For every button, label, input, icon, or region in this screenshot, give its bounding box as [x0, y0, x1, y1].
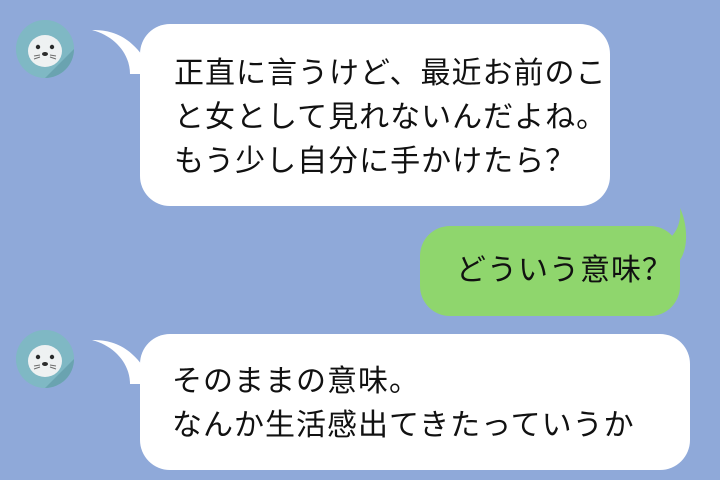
- message-bubble[interactable]: 正直に言うけど、最近お前のこ と女として見れないんだよね。 もう少し自分に手かけ…: [140, 24, 610, 206]
- message-text-line: 正直に言うけど、最近お前のこ: [174, 56, 607, 91]
- seal-icon: [16, 330, 74, 388]
- message-text-line: そのままの意味。: [172, 364, 420, 399]
- message-text-line: と女として見れないんだよね。: [174, 100, 608, 135]
- contact-avatar[interactable]: [16, 20, 74, 78]
- message-bubble[interactable]: どういう意味？: [420, 226, 680, 316]
- message-outgoing: どういう意味？: [0, 200, 720, 320]
- chat-screen: { "chat": { "colors": { "background": "#…: [0, 0, 720, 480]
- message-text-line: どういう意味？: [456, 253, 673, 288]
- message-bubble[interactable]: そのままの意味。 なんか生活感出てきたっていうか: [140, 334, 690, 470]
- message-text-line: なんか生活感出てきたっていうか: [172, 408, 635, 443]
- message-incoming: そのままの意味。 なんか生活感出てきたっていうか: [0, 320, 720, 480]
- message-incoming: 正直に言うけど、最近お前のこ と女として見れないんだよね。 もう少し自分に手かけ…: [0, 0, 720, 220]
- seal-icon: [16, 20, 74, 78]
- message-text-line: もう少し自分に手かけたら？: [174, 144, 577, 179]
- contact-avatar[interactable]: [16, 330, 74, 388]
